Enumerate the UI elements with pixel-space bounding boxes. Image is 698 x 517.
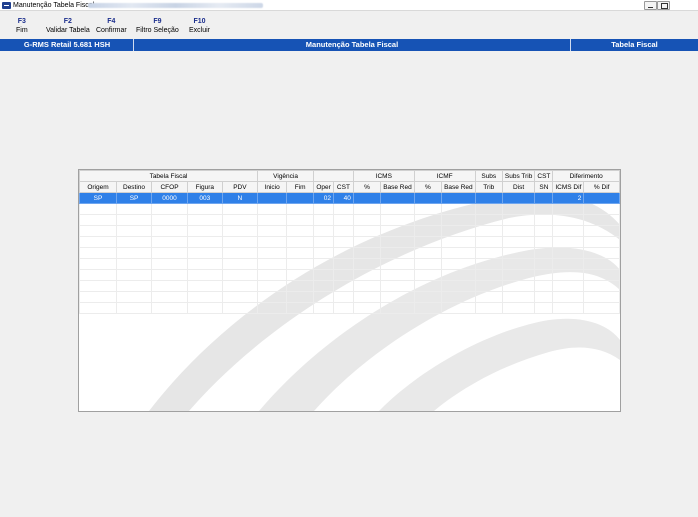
screen-title: Manutenção Tabela Fiscal	[305, 40, 399, 49]
empty-row	[79, 269, 620, 281]
cell-icms-base-red[interactable]	[380, 192, 415, 204]
cell-icmf-base-red[interactable]	[441, 192, 476, 204]
column-header-inicio[interactable]: Inicio	[257, 181, 288, 193]
fiscal-table-grid[interactable]: Tabela Fiscal Vigência ICMS ICMF Subs Su…	[78, 169, 621, 412]
window-titlebar: Manutenção Tabela Fiscal	[0, 0, 698, 11]
column-header-icms-percent[interactable]: %	[352, 181, 382, 193]
table-row[interactable]: SP SP 0000 003 N 02 40 2	[79, 192, 620, 204]
empty-row	[79, 236, 620, 248]
cell-subs-trib-dist[interactable]	[501, 192, 536, 204]
column-header-destino[interactable]: Destino	[115, 181, 153, 193]
confirmar-key: F4	[107, 18, 116, 25]
group-header-blank	[313, 170, 354, 182]
column-header-icmf-base-red[interactable]: Base Red	[441, 181, 476, 193]
system-version: G-RMS Retail 5.681 HSH	[23, 40, 111, 49]
restore-icon[interactable]	[657, 1, 670, 10]
filtro-selecao-key: F9	[153, 18, 162, 25]
window-title: Manutenção Tabela Fiscal	[13, 2, 95, 9]
empty-row	[79, 203, 620, 215]
group-header-icmf: ICMF	[413, 170, 476, 182]
cell-icmf-percent[interactable]	[413, 192, 443, 204]
empty-row	[79, 291, 620, 303]
confirmar-button[interactable]: F4 Confirmar	[96, 17, 127, 35]
column-header-figura[interactable]: Figura	[186, 181, 223, 193]
empty-row	[79, 247, 620, 259]
validar-tabela-label: Validar Tabela	[46, 27, 90, 34]
empty-row	[79, 280, 620, 292]
toolbar: F3 Fim F2 Validar Tabela F4 Confirmar F9…	[0, 11, 698, 38]
redacted-title-info	[88, 3, 263, 8]
cell-icms-percent[interactable]	[352, 192, 382, 204]
cell-cst[interactable]: 40	[333, 192, 354, 204]
column-header-pdv[interactable]: PDV	[221, 181, 259, 193]
column-header-cfop[interactable]: CFOP	[151, 181, 188, 193]
column-header-subs-trib[interactable]: Trib	[474, 181, 503, 193]
cell-percent-dif[interactable]	[583, 192, 620, 204]
excluir-key: F10	[193, 18, 206, 25]
fiscal-table: Tabela Fiscal Vigência ICMS ICMF Subs Su…	[79, 170, 620, 314]
cell-inicio[interactable]	[257, 192, 288, 204]
column-header-icmf-percent[interactable]: %	[413, 181, 443, 193]
minimize-icon[interactable]	[644, 1, 657, 10]
cell-figura[interactable]: 003	[186, 192, 223, 204]
cell-pdv[interactable]: N	[221, 192, 259, 204]
empty-row	[79, 258, 620, 270]
filtro-selecao-label: Filtro Seleção	[136, 27, 179, 34]
group-header-tabela-fiscal: Tabela Fiscal	[79, 170, 259, 182]
empty-row	[79, 225, 620, 237]
app-icon	[2, 2, 11, 9]
group-header-cst: CST	[534, 170, 554, 182]
cell-subs-trib[interactable]	[474, 192, 503, 204]
column-header-percent-dif[interactable]: % Dif	[583, 181, 620, 193]
column-header-cst[interactable]: CST	[333, 181, 354, 193]
empty-row	[79, 214, 620, 226]
column-header-icms-base-red[interactable]: Base Red	[380, 181, 415, 193]
cell-cst-sn[interactable]	[534, 192, 554, 204]
group-header-subs-trib: Subs Trib	[501, 170, 536, 182]
column-header-subs-trib-dist[interactable]: Dist	[501, 181, 536, 193]
validar-tabela-button[interactable]: F2 Validar Tabela	[46, 17, 90, 35]
fim-label: Fim	[16, 27, 28, 34]
filtro-selecao-button[interactable]: F9 Filtro Seleção	[136, 17, 179, 35]
fim-key: F3	[17, 18, 26, 25]
cell-oper[interactable]: 02	[313, 192, 335, 204]
validar-tabela-key: F2	[63, 18, 72, 25]
column-header-origem[interactable]: Origem	[79, 181, 117, 193]
column-header-oper[interactable]: Oper	[313, 181, 335, 193]
column-header-icms-dif[interactable]: ICMS Dif	[552, 181, 585, 193]
column-header-cst-sn[interactable]: SN	[534, 181, 554, 193]
empty-row	[79, 302, 620, 314]
header-band: G-RMS Retail 5.681 HSH Manutenção Tabela…	[0, 39, 698, 51]
table-title: Tabela Fiscal	[611, 40, 658, 49]
group-header-subs: Subs	[474, 170, 503, 182]
cell-origem[interactable]: SP	[79, 192, 117, 204]
cell-cfop[interactable]: 0000	[151, 192, 188, 204]
cell-fim[interactable]	[286, 192, 315, 204]
group-header-vigencia: Vigência	[257, 170, 315, 182]
cell-destino[interactable]: SP	[115, 192, 153, 204]
confirmar-label: Confirmar	[96, 27, 127, 34]
excluir-button[interactable]: F10 Excluir	[189, 17, 210, 35]
group-header-diferimento: Diferimento	[552, 170, 620, 182]
excluir-label: Excluir	[189, 27, 211, 34]
cell-icms-dif[interactable]: 2	[552, 192, 585, 204]
group-header-icms: ICMS	[352, 170, 415, 182]
column-header-fim[interactable]: Fim	[286, 181, 315, 193]
fim-button[interactable]: F3 Fim	[16, 17, 28, 35]
